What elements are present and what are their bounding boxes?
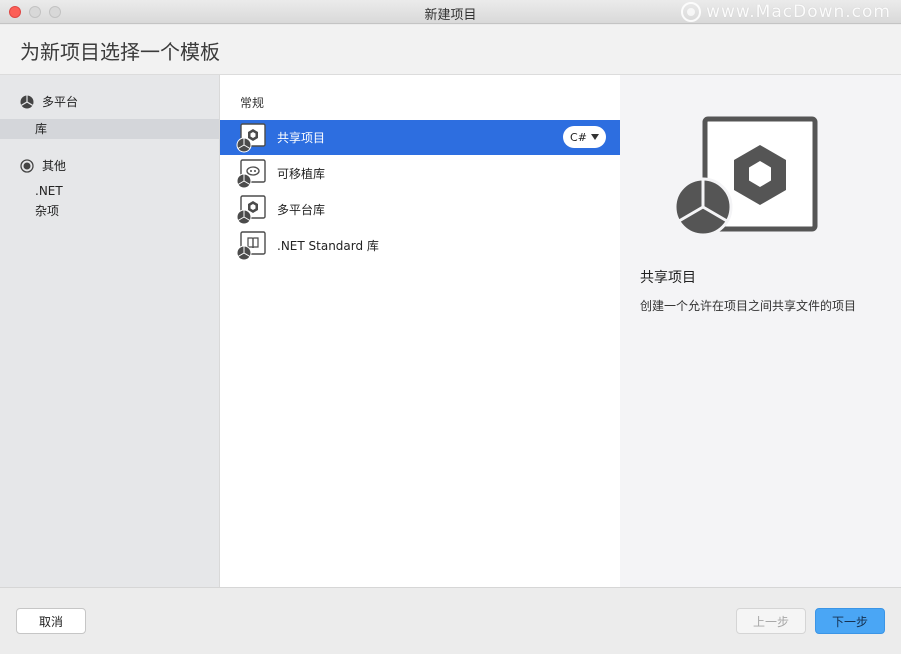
template-label: 可移植库: [277, 167, 326, 181]
sidebar-item-dotnet[interactable]: .NET: [0, 181, 219, 201]
template-item-netstandard-library[interactable]: .NET Standard 库: [220, 228, 620, 263]
shared-project-large-icon: [670, 115, 820, 243]
sidebar-item-misc[interactable]: 杂项: [0, 201, 219, 221]
detail-description: 创建一个允许在项目之间共享文件的项目: [640, 299, 857, 313]
netstandard-library-icon: [235, 231, 267, 261]
template-item-portable-library[interactable]: 可移植库: [220, 156, 620, 191]
dialog-footer: 取消 上一步 下一步: [0, 587, 901, 654]
other-icon: [20, 158, 34, 173]
section-title: 常规: [240, 96, 265, 110]
sidebar-category-other[interactable]: 其他: [20, 157, 66, 174]
template-label: 多平台库: [277, 203, 326, 217]
previous-button[interactable]: 上一步: [736, 608, 806, 634]
template-item-multiplatform-library[interactable]: 多平台库: [220, 192, 620, 227]
watermark-logo-icon: [681, 2, 702, 22]
language-value: C#: [570, 130, 587, 144]
sidebar-category-label: 多平台: [42, 95, 79, 109]
template-item-shared-project[interactable]: 共享项目 C#: [220, 120, 620, 155]
detail-title: 共享项目: [640, 270, 696, 286]
template-detail: 共享项目 创建一个允许在项目之间共享文件的项目: [620, 75, 901, 587]
watermark: www.MacDown.com: [681, 2, 891, 22]
language-select[interactable]: C#: [563, 126, 606, 148]
sidebar-item-library[interactable]: 库: [0, 119, 219, 139]
title-bar: 新建项目 www.MacDown.com: [0, 0, 901, 24]
chevron-down-icon: [590, 134, 599, 140]
shared-project-icon: [235, 123, 267, 153]
dialog-header: 为新项目选择一个模板: [0, 25, 901, 75]
multiplatform-icon: [20, 95, 34, 109]
next-button[interactable]: 下一步: [815, 608, 885, 634]
template-label: .NET Standard 库: [277, 239, 379, 253]
multiplatform-library-icon: [235, 195, 267, 225]
template-list: 常规 共享项目 C# 可移植库 多平台库 .NET Standard 库: [220, 75, 620, 587]
sidebar-category-multiplatform[interactable]: 多平台: [20, 93, 78, 110]
watermark-text: www.MacDown.com: [706, 2, 891, 22]
sidebar-category-label: 其他: [42, 159, 67, 173]
template-label: 共享项目: [277, 131, 326, 145]
category-sidebar: 多平台 库 其他 .NET 杂项: [0, 75, 220, 587]
portable-library-icon: [235, 159, 267, 189]
cancel-button[interactable]: 取消: [16, 608, 86, 634]
page-title: 为新项目选择一个模板: [20, 40, 220, 64]
